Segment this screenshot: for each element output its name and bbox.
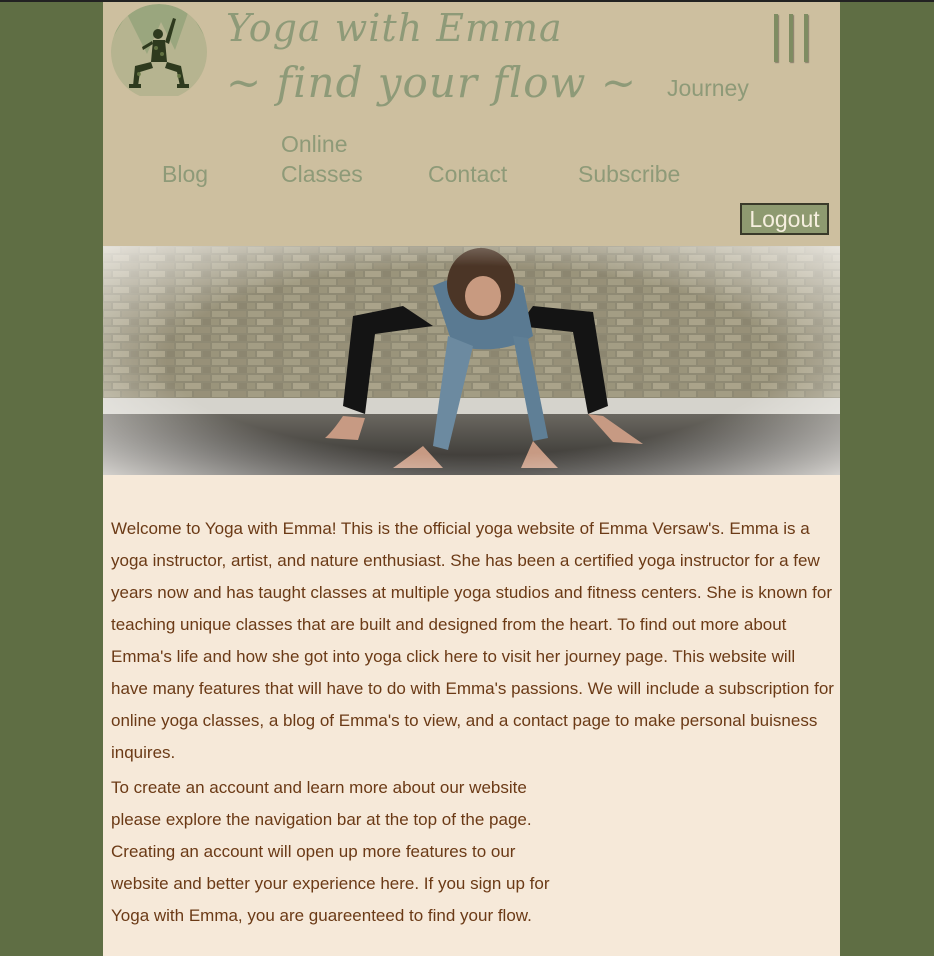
hero-image — [103, 246, 840, 475]
nav-contact[interactable]: Contact — [428, 159, 507, 189]
logout-button[interactable]: Logout — [740, 203, 829, 235]
intro-paragraph: Welcome to Yoga with Emma! This is the o… — [111, 519, 834, 762]
nav-online-classes[interactable]: Online Classes — [281, 129, 381, 189]
main-content: Welcome to Yoga with Emma! This is the o… — [111, 513, 836, 932]
nav-blog[interactable]: Blog — [162, 159, 208, 189]
nav-journey[interactable]: Journey — [667, 73, 749, 103]
site-tagline: ~ find your flow ~ — [226, 58, 638, 107]
site-header: Yoga with Emma ~ find your flow ~ Journe… — [103, 2, 840, 246]
yoga-pose-logo-icon[interactable] — [109, 4, 209, 96]
hero-photo-yoga-pose — [103, 246, 840, 475]
page-container: Yoga with Emma ~ find your flow ~ Journe… — [103, 2, 840, 956]
site-title: Yoga with Emma — [226, 6, 563, 50]
account-paragraph: To create an account and learn more abou… — [111, 778, 550, 925]
menu-icon[interactable] — [771, 14, 811, 64]
nav-subscribe[interactable]: Subscribe — [578, 159, 680, 189]
